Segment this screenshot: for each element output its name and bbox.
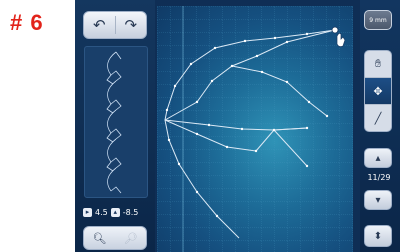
left-panel: ↶ ↷ ▸ 4.5 ▴ -8.5 🔍︎ 🔎︎ xyxy=(75,0,155,252)
undo-icon: ↶ xyxy=(92,16,106,34)
y-axis-icon: ▴ xyxy=(110,207,120,217)
move-icon: ✥ xyxy=(373,84,383,98)
coordinate-readout: ▸ 4.5 ▴ -8.5 xyxy=(83,205,149,219)
stitch-pattern-icon xyxy=(106,51,122,194)
arrows-icon: ⬍ xyxy=(373,230,383,242)
hand-icon: ✋︎ xyxy=(374,57,382,70)
move-position-button[interactable]: ⬍ xyxy=(364,225,392,247)
page-down-button[interactable]: ▾ xyxy=(364,190,392,210)
stitch-size-button[interactable]: 9 mm xyxy=(364,10,392,30)
design-canvas[interactable] xyxy=(157,6,353,252)
x-axis-icon: ▸ xyxy=(83,207,92,217)
redo-button[interactable]: ↷ xyxy=(116,12,147,38)
triangle-down-icon: ▾ xyxy=(375,194,381,206)
step-number-label: # 6 xyxy=(10,10,44,35)
zoom-out-icon: 🔍︎ xyxy=(92,231,107,245)
undo-redo-group: ↶ ↷ xyxy=(83,11,147,39)
draw-tool-button[interactable]: ╱ xyxy=(365,105,391,131)
embroidery-editor-screen: ↶ ↷ ▸ 4.5 ▴ -8.5 🔍︎ 🔎︎ 9 mm ✋︎ ✥ ╱ ▴ 11/… xyxy=(75,0,400,252)
triangle-up-icon: ▴ xyxy=(375,152,381,164)
zoom-in-icon: 🔎︎ xyxy=(123,231,138,245)
undo-button[interactable]: ↶ xyxy=(84,12,115,38)
page-counter: 11/29 xyxy=(367,173,391,182)
size-label: 9 mm xyxy=(369,16,387,24)
zoom-in-button[interactable]: 🔎︎ xyxy=(115,227,146,249)
stitch-path-drawing xyxy=(157,6,353,252)
hand-tool-button[interactable]: ✋︎ xyxy=(365,51,391,78)
page-up-button[interactable]: ▴ xyxy=(364,148,392,168)
zoom-group: 🔍︎ 🔎︎ xyxy=(83,226,147,250)
draw-icon: ╱ xyxy=(374,112,382,125)
y-value: -8.5 xyxy=(122,207,139,217)
stitch-preview-panel[interactable] xyxy=(84,46,148,198)
right-panel: 9 mm ✋︎ ✥ ╱ ▴ 11/29 ▾ ⬍ xyxy=(360,0,400,252)
redo-icon: ↷ xyxy=(124,16,138,34)
move-tool-button[interactable]: ✥ xyxy=(365,78,391,105)
zoom-out-button[interactable]: 🔍︎ xyxy=(84,227,115,249)
tool-stack: ✋︎ ✥ ╱ xyxy=(364,50,392,132)
x-value: 4.5 xyxy=(95,207,108,217)
